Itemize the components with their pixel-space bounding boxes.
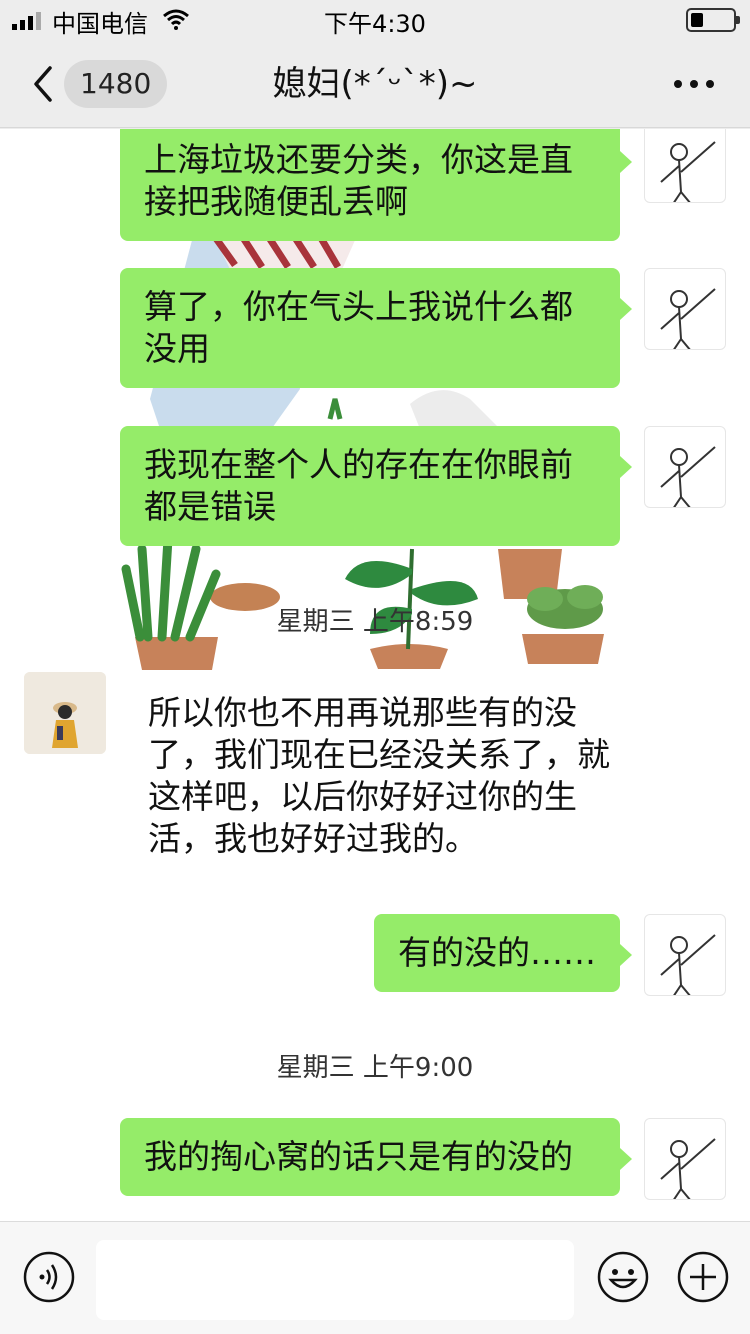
outgoing-message[interactable]: 有的没的……	[374, 914, 632, 992]
emoji-button[interactable]	[596, 1250, 650, 1304]
status-time: 下午4:30	[324, 10, 426, 38]
my-avatar[interactable]	[644, 268, 726, 350]
girl-with-hat-icon	[24, 672, 106, 754]
my-avatar[interactable]	[644, 129, 726, 203]
message-timestamp: 星期三 上午8:59	[276, 607, 474, 637]
ellipsis-icon	[674, 80, 682, 88]
outgoing-message[interactable]: 上海垃圾还要分类，你这是直接把我随便乱丢啊	[120, 129, 632, 241]
my-avatar[interactable]	[644, 426, 726, 508]
incoming-message[interactable]: 所以你也不用再说那些有的没了，我们现在已经没关系了，就这样吧，以后你好好过你的生…	[148, 692, 618, 860]
chat-title[interactable]: 媳妇(*ˊᵕˋ*)~	[120, 60, 630, 108]
more-button[interactable]	[668, 70, 720, 98]
my-avatar[interactable]	[644, 914, 726, 996]
outgoing-message[interactable]: 我的掏心窝的话只是有的没的	[120, 1118, 632, 1196]
dab-figure-icon	[660, 141, 716, 202]
outgoing-message[interactable]: 算了，你在气头上我说什么都没用	[120, 268, 632, 388]
contact-avatar[interactable]	[24, 672, 106, 754]
chat-area[interactable]: 上海垃圾还要分类，你这是直接把我随便乱丢啊 算了，你在气头上我说什么都没用 我现…	[0, 129, 750, 1221]
dab-figure-icon	[660, 288, 716, 349]
dab-figure-icon	[660, 1138, 716, 1199]
dab-figure-icon	[660, 934, 716, 995]
battery-icon	[686, 8, 740, 32]
message-input[interactable]	[96, 1240, 574, 1320]
my-avatar[interactable]	[644, 1118, 726, 1200]
back-button[interactable]	[26, 62, 62, 106]
voice-button[interactable]	[22, 1250, 76, 1304]
input-bar	[0, 1221, 750, 1334]
dab-figure-icon	[660, 446, 716, 507]
plus-button[interactable]	[676, 1250, 730, 1304]
chat-header: 1480 媳妇(*ˊᵕˋ*)~	[0, 40, 750, 128]
status-bar: 中国电信 下午4:30	[0, 0, 750, 40]
outgoing-message[interactable]: 我现在整个人的存在在你眼前都是错误	[120, 426, 632, 546]
message-timestamp: 星期三 上午9:00	[276, 1053, 474, 1083]
